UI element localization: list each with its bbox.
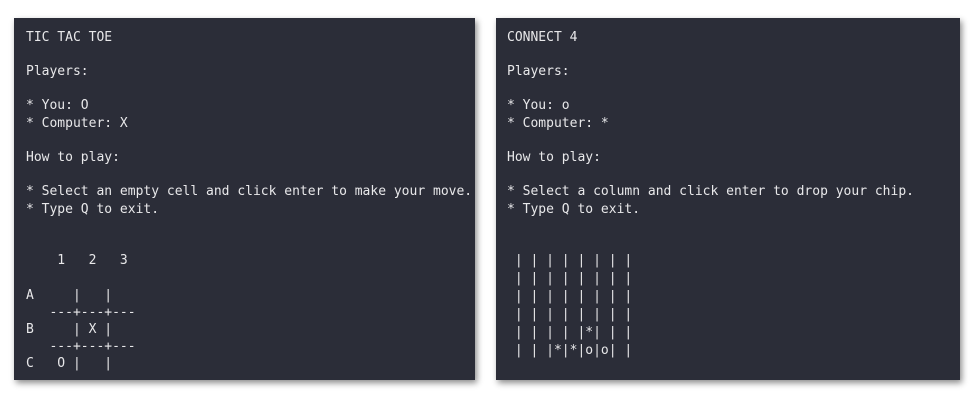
c4-row-1[interactable]: | | | | | | | |: [507, 253, 632, 269]
ttt-player-computer: * Computer: X: [26, 116, 128, 131]
c4-player-you: * You: o: [507, 98, 570, 113]
ttt-column-headers: 1 2 3: [26, 253, 128, 268]
connect-4-terminal[interactable]: CONNECT 4 Players: * You: o * Computer: …: [496, 18, 960, 380]
ttt-separator-2: ---+---+---: [26, 339, 136, 354]
c4-instruction-exit: * Type Q to exit.: [507, 202, 641, 217]
screenshot-stage: TIC TAC TOE Players: * You: O * Computer…: [0, 0, 976, 400]
ttt-instruction-exit: * Type Q to exit.: [26, 202, 160, 217]
tic-tac-toe-terminal[interactable]: TIC TAC TOE Players: * You: O * Computer…: [14, 18, 475, 380]
c4-player-computer: * Computer: *: [507, 116, 609, 131]
c4-row-2[interactable]: | | | | | | | |: [507, 271, 632, 287]
ttt-instruction-select: * Select an empty cell and click enter t…: [26, 184, 473, 199]
c4-row-3[interactable]: | | | | | | | |: [507, 289, 632, 305]
ttt-title: TIC TAC TOE: [26, 30, 113, 45]
ttt-player-you: * You: O: [26, 98, 89, 113]
c4-title: CONNECT 4: [507, 30, 578, 45]
ttt-howto-heading: How to play:: [26, 150, 120, 165]
c4-players-heading: Players:: [507, 64, 570, 79]
c4-howto-heading: How to play:: [507, 150, 601, 165]
ttt-row-b[interactable]: B | X |: [26, 322, 112, 338]
ttt-players-heading: Players:: [26, 64, 89, 79]
c4-instruction-select: * Select a column and click enter to dro…: [507, 184, 914, 199]
ttt-row-c[interactable]: C O | |: [26, 356, 112, 372]
ttt-row-a[interactable]: A | |: [26, 288, 112, 304]
c4-row-5[interactable]: | | | | |*| | |: [507, 325, 632, 341]
ttt-separator-1: ---+---+---: [26, 305, 136, 320]
c4-row-4[interactable]: | | | | | | | |: [507, 307, 632, 323]
c4-row-6[interactable]: | | |*|*|o|o| |: [507, 343, 632, 359]
